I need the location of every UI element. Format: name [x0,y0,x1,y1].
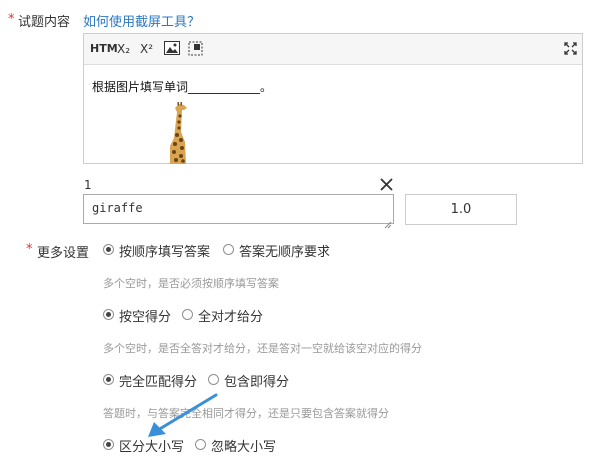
option-exact-match[interactable]: 完全匹配得分 [119,371,197,390]
radio-case-sensitive[interactable] [103,439,114,450]
resize-handle-icon[interactable] [384,214,392,233]
option-contains-match[interactable]: 包含即得分 [224,371,289,390]
more-settings-label: 更多设置 [37,246,90,261]
score-input[interactable]: 1.0 [405,194,517,225]
annotation-arrow-icon [140,392,220,446]
option-unordered-answers[interactable]: 答案无顺序要求 [239,241,330,260]
screenshot-tool-icon[interactable] [188,41,203,57]
more-settings-required-mark: * [26,242,33,257]
radio-all-correct-only[interactable] [182,309,193,320]
question-content-label: 试题内容 [18,15,71,30]
editor-content-text: 根据图片填写单词____________。 [92,80,273,94]
answer-textarea[interactable]: giraffe [83,194,394,224]
hint-scoring: 多个空时，是否全答对才给分，还是答对一空就给该空对应的得分 [103,342,422,355]
required-mark: * [8,12,15,27]
option-ordered-answers[interactable]: 按顺序填写答案 [119,241,210,260]
rich-text-editor[interactable]: HTM X₂ X² 根据图片填写单词____________。 [83,33,583,164]
superscript-button[interactable]: X² [140,41,153,57]
option-score-per-blank[interactable]: 按空得分 [119,306,171,325]
radio-contains-match[interactable] [208,374,219,385]
radio-ordered-answers[interactable] [103,244,114,255]
html-source-button[interactable]: HTM [90,41,118,57]
radio-score-per-blank[interactable] [103,309,114,320]
screenshot-help-link[interactable]: 如何使用截屏工具？ [83,11,200,30]
giraffe-image [162,102,198,169]
option-all-correct-only[interactable]: 全对才给分 [198,306,263,325]
editor-toolbar: HTM X₂ X² [84,34,582,65]
hint-ordered: 多个空时，是否必须按顺序填写答案 [103,277,279,290]
radio-exact-match[interactable] [103,374,114,385]
subscript-button[interactable]: X₂ [117,41,130,57]
image-icon[interactable] [164,41,180,57]
blank-index: 1 [84,178,92,192]
radio-unordered-answers[interactable] [223,244,234,255]
option-ignore-case[interactable]: 忽略大小写 [211,436,276,455]
fullscreen-icon[interactable] [564,42,577,58]
